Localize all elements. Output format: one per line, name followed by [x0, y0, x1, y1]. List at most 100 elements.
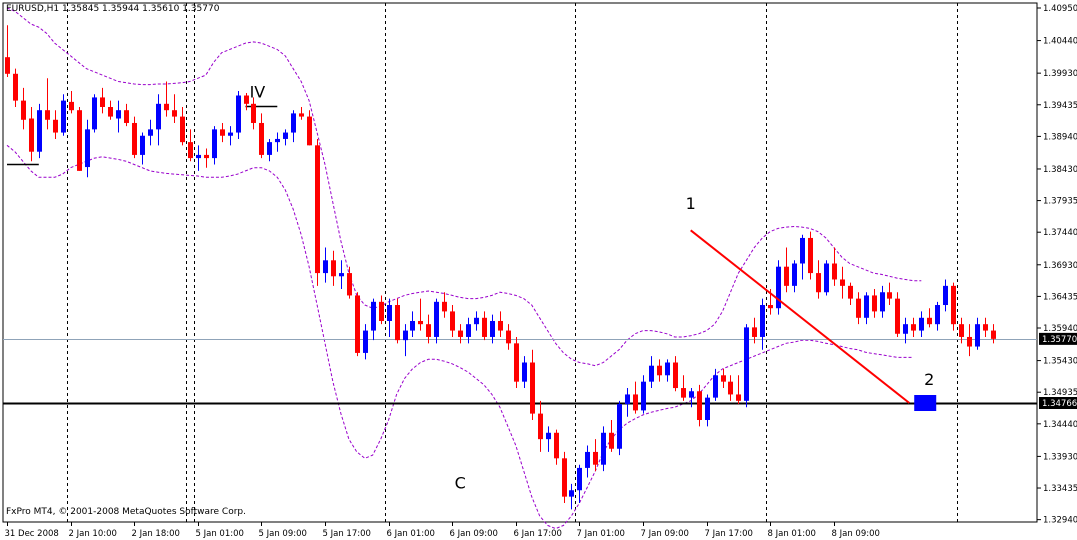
candle-body-bear [911, 324, 916, 331]
time-tick-label: 8 Jan 09:00 [832, 529, 880, 539]
candle-body-bull [935, 305, 940, 325]
candle-body-bear [784, 266, 789, 286]
time-tick-label: 2 Jan 10:00 [69, 529, 117, 539]
candle-body-bear [959, 324, 964, 337]
candle-body-bear [347, 273, 352, 296]
candle-body-bull [744, 327, 749, 401]
candle-body-bull [212, 129, 217, 159]
candle-body-bear [259, 122, 264, 155]
candle-body-bull [546, 432, 551, 440]
candle-body-bull [148, 129, 153, 136]
candle-body-bull [466, 324, 471, 337]
candle-body-bear [220, 129, 225, 136]
candle-body-bull [363, 330, 368, 353]
current-price-label: 1.35770 [1042, 335, 1077, 345]
candle-body-bull [975, 324, 980, 347]
candle-body-bull [267, 142, 272, 155]
candle-body-bull [140, 135, 145, 155]
candle-body-bear [506, 330, 511, 344]
price-tick-label: 1.35430 [1043, 357, 1077, 367]
candle-body-bear [45, 110, 50, 120]
candle-body-bull [665, 362, 670, 376]
price-tick-label: 1.40950 [1043, 4, 1077, 14]
candle-body-bull [403, 330, 408, 341]
candle-body-bear [609, 432, 614, 449]
candle-body-bull [792, 263, 797, 286]
wave-label: 2 [924, 370, 934, 389]
candle-body-bear [967, 336, 972, 347]
time-tick-label: 7 Jan 17:00 [705, 529, 753, 539]
candle-body-bear [983, 324, 988, 331]
candle-body-bull [37, 110, 42, 152]
candle-body-bull [474, 317, 479, 325]
candle-body-bull [236, 95, 241, 133]
time-tick-label: 8 Jan 01:00 [768, 529, 816, 539]
candle-body-bear [395, 305, 400, 341]
price-tick-label: 1.38430 [1043, 165, 1077, 175]
candle-body-bull [689, 391, 694, 398]
candle-body-bear [832, 263, 837, 280]
candle-body-bear [752, 327, 757, 337]
candle-body-bull [585, 451, 590, 468]
candle-body-bull [641, 381, 646, 411]
candle-body-bear [848, 285, 853, 299]
candle-body-bear [872, 295, 877, 312]
candle-body-bull [196, 154, 201, 159]
candle-body-bull [880, 292, 885, 312]
candle-body-bear [681, 388, 686, 398]
candle-body-bull [275, 138, 280, 143]
candle-body-bear [331, 260, 336, 277]
candle-body-bear [69, 101, 74, 111]
candle-body-bull [410, 320, 415, 331]
price-chart[interactable]: IV 1 C 2 1.40950 1.40440 1.39930 1.39435 1.3894… [0, 0, 1077, 540]
candle-body-bear [554, 432, 559, 459]
candle-body-bull [864, 295, 869, 318]
wave-label: IV [250, 82, 266, 101]
candle-body-bear [887, 292, 892, 299]
candle-body-bear [482, 317, 487, 337]
candle-body-bull [156, 103, 161, 130]
price-axis: 1.40950 1.40440 1.39930 1.39435 1.38940 1.384… [1037, 4, 1077, 526]
candle-body-bull [903, 324, 908, 334]
candle-body-bull [919, 317, 924, 331]
candle-body-bear [697, 391, 702, 420]
price-tick-label: 1.33930 [1043, 452, 1077, 462]
price-tick-label: 1.36435 [1043, 292, 1077, 302]
candle-body-bull [800, 237, 805, 264]
candle-body-bear [172, 110, 177, 117]
time-tick-label: 5 Jan 01:00 [196, 529, 244, 539]
price-tick-label: 1.36930 [1043, 261, 1077, 271]
time-tick-label: 6 Jan 17:00 [514, 529, 562, 539]
candle-body-bull [760, 305, 765, 337]
candle-body-bull [943, 285, 948, 306]
candle-body-bear [856, 298, 861, 318]
candle-body-bear [5, 57, 10, 74]
candle-body-bear [442, 301, 447, 312]
candle-body-bull [339, 273, 344, 277]
time-tick-label: 31 Dec 2008 [5, 529, 59, 539]
candle-body-bull [577, 467, 582, 491]
time-tick-label: 6 Jan 09:00 [450, 529, 498, 539]
candle-body-bear [816, 273, 821, 293]
target-box [914, 395, 937, 412]
candle-body-bear [721, 375, 726, 382]
candle-body-bear [514, 343, 519, 382]
candle-body-bear [673, 362, 678, 389]
candle-body-bear [188, 142, 193, 159]
candle-body-bear [29, 118, 34, 152]
candle-body-bear [840, 279, 845, 286]
candle-body-bear [180, 116, 185, 143]
candle-body-bear [808, 237, 813, 274]
candle-body-bull [625, 394, 630, 405]
symbol-label: EURUSD,H1 1.35845 1.35944 1.35610 1.3577… [6, 4, 220, 14]
candle-body-bear [379, 301, 384, 321]
candle-body-bull [569, 490, 574, 497]
candle-body-bear [426, 324, 431, 337]
candle-body-bull [371, 301, 376, 331]
candle-body-bear [593, 451, 598, 465]
candle-body-bear [355, 295, 360, 353]
price-tick-label: 1.32940 [1043, 516, 1077, 526]
candle-body-bull [522, 362, 527, 382]
candle-body-bull [705, 397, 710, 420]
support-price-label: 1.34766 [1042, 399, 1077, 409]
